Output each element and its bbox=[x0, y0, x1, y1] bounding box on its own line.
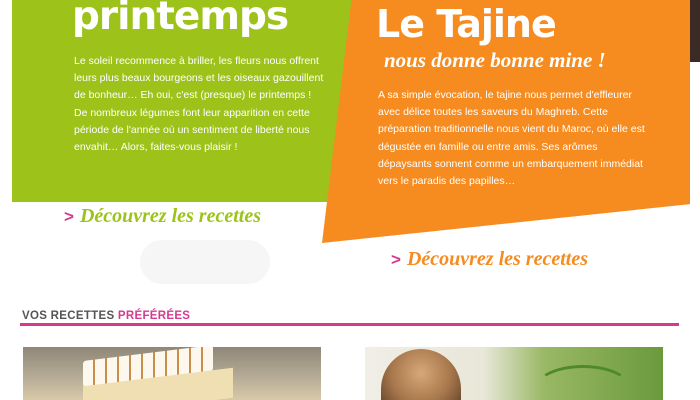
garnish-leaf bbox=[535, 365, 631, 400]
recipe-photo-pastry[interactable] bbox=[23, 347, 321, 400]
recipe-photo-chef[interactable] bbox=[365, 347, 663, 400]
spring-description: Le soleil recommence à briller, les fleu… bbox=[74, 55, 324, 154]
tajine-title: Le Tajine bbox=[376, 2, 557, 46]
favorite-heading-highlight: PRÉFÉRÉES bbox=[117, 310, 191, 322]
chevron-right-icon: > bbox=[391, 250, 401, 269]
tajine-subtitle: nous donne bonne mine ! bbox=[384, 48, 606, 72]
tajine-discover-recipes-link[interactable]: > Découvrez les recettes bbox=[391, 248, 588, 271]
spring-link-label: Découvrez les recettes bbox=[79, 205, 261, 227]
tajine-link-label: Découvrez les recettes bbox=[406, 248, 588, 270]
tajine-description: A sa simple évocation, le tajine nous pe… bbox=[378, 89, 645, 188]
favorite-heading-prefix: VOS RECETTES bbox=[22, 310, 115, 322]
spring-title: printemps bbox=[72, 0, 289, 39]
chevron-right-icon: > bbox=[64, 207, 74, 226]
spring-discover-recipes-link[interactable]: > Découvrez les recettes bbox=[64, 205, 261, 228]
section-divider bbox=[20, 323, 679, 326]
faded-watermark bbox=[140, 240, 270, 284]
favorite-recipes-heading: VOS RECETTES PRÉFÉRÉES bbox=[22, 310, 190, 322]
chef-face bbox=[381, 349, 461, 400]
